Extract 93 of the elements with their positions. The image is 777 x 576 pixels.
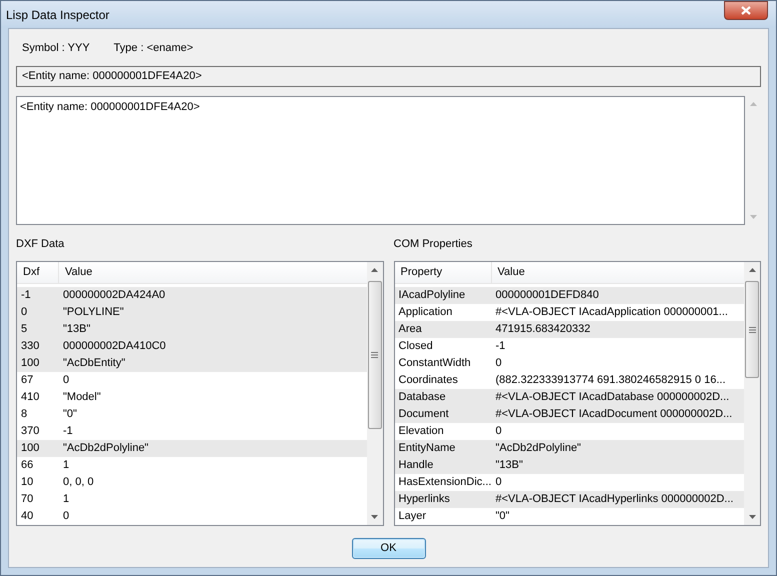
up-arrow-icon[interactable] [371,268,378,272]
table-cell-text: "POLYLINE" [62,305,124,320]
column-header[interactable]: Dxf [17,262,59,283]
table-cell-text: -1 [20,288,32,304]
table-cell-text: 0 [62,509,70,524]
grip-icon [748,326,756,332]
list-row[interactable]: Handle "13B" [394,457,744,474]
table-cell-text: 1 [62,458,70,474]
table-cell-text: "13B" [494,458,523,474]
grip-icon [371,352,378,358]
table-cell-text: 000000001DEFD840 [494,288,599,304]
up-arrow-icon[interactable] [748,268,756,272]
list-row[interactable]: Hyperlinks #<VLA-OBJECT IAcadHyperlinks 000000002D... [394,491,744,508]
table-cell-text: "13B" [62,322,90,338]
scrollbar[interactable] [744,262,760,525]
detail-text-area[interactable]: <Entity name: 000000001DFE4A20> [16,96,745,225]
table-cell-text: 10 [20,475,34,490]
type-label: Type : <ename> [114,40,194,56]
table-cell-text: HasExtensionDic... [398,475,492,490]
table-cell-text: "AcDbEntity" [62,356,126,372]
close-button[interactable] [724,1,768,20]
table-cell-text: #<VLA-OBJECT IAcadDatabase 000000002D... [494,390,730,406]
table-cell-text: 0, 0, 0 [62,475,94,490]
table-cell-text: Hyperlinks [398,492,451,508]
table-cell-text: "0" [62,407,77,422]
table-cell-text: 70 [20,492,34,508]
section-label: DXF Data [16,237,66,252]
table-cell-text: 0 [20,305,28,320]
table-cell-text: "AcDb2dPolyline" [494,441,581,456]
ok-button[interactable]: OK [352,538,426,559]
table-cell-text: 1 [62,492,70,508]
table-cell-text: "AcDb2dPolyline" [62,441,148,456]
table-cell-text: "0" [494,509,510,524]
table-cell-text: 000000002DA424A0 [62,288,166,304]
list-row[interactable]: 0 "POLYLINE" [17,304,366,321]
table-cell-text: 0 [494,475,502,490]
list-row[interactable]: -1 000000002DA424A0 [17,287,366,304]
table-cell-text: Database [398,390,447,406]
list-row[interactable]: EntityName "AcDb2dPolyline" [394,440,744,457]
table-cell-text: Coordinates [398,373,459,388]
table-cell-text: 000000002DA410C0 [62,339,166,354]
table-cell-text: 100 [20,356,40,372]
table-cell-text: 8 [20,407,28,422]
table-cell-text: EntityName [398,441,456,456]
list-row[interactable]: 100 "AcDbEntity" [17,355,366,372]
table-cell-text: -1 [494,339,506,354]
table-cell-text: Closed [398,339,434,354]
scroll-thumb[interactable] [368,281,382,429]
window-title: Lisp Data Inspector [6,6,110,24]
table-cell-text: (882.322333913774 691.380246582915 0 16... [494,373,726,388]
table-cell-text: 5 [20,322,28,338]
down-arrow-icon[interactable] [748,515,756,519]
table-cell-text: 66 [20,458,34,474]
close-icon [741,6,751,15]
table-cell-text: 100 [20,441,40,456]
table-cell-text: Layer [398,509,428,524]
table-cell-text: 0 [494,424,502,440]
table-cell-text: #<VLA-OBJECT IAcadDocument 000000002D... [494,407,732,422]
table-cell-text: Elevation [398,424,445,440]
list-row[interactable]: Document #<VLA-OBJECT IAcadDocument 000000002D... [394,406,744,423]
table-cell-text: 0 [494,356,502,372]
column-header[interactable]: Value [59,262,366,283]
list-row[interactable]: IAcadPolyline 000000001DEFD840 [394,287,744,304]
table-cell-text: -1 [62,424,73,440]
down-arrow-icon[interactable] [371,515,378,519]
table-cell-text: 40 [20,509,34,524]
table-cell-text: #<VLA-OBJECT IAcadHyperlinks 000000002D... [494,492,734,508]
column-header[interactable]: Value [492,262,744,283]
table-cell-text: 471915.683420332 [494,322,590,338]
table-cell-text: IAcadPolyline [398,288,466,304]
table-cell-text: 330 [20,339,40,354]
value-field[interactable]: <Entity name: 000000001DFE4A20> [16,66,761,87]
list-row[interactable]: 5 "13B" [17,321,366,338]
table-cell-text: 410 [20,390,40,406]
symbol-label: Symbol : YYY [22,40,90,56]
scroll-thumb[interactable] [745,281,759,378]
table-cell-text: "Model" [62,390,101,406]
list-row[interactable]: 330 000000002DA410C0 [17,338,366,355]
table-cell-text: 370 [20,424,40,440]
list-row[interactable]: 100 "AcDb2dPolyline" [17,440,366,457]
table-cell-text: Application [398,305,454,320]
table-cell-text: 67 [20,373,34,388]
table-cell-text: 0 [62,373,70,388]
table-cell-text: Handle [398,458,434,474]
list-row[interactable]: Area 471915.683420332 [394,321,744,338]
scrollbar[interactable] [366,262,382,525]
table-cell-text: Document [398,407,450,422]
table-cell-text: ConstantWidth [398,356,472,372]
section-label: COM Properties [394,237,474,252]
column-header[interactable]: Property [394,262,492,283]
table-cell-text: #<VLA-OBJECT IAcadApplication 000000001... [494,305,728,320]
list-row[interactable]: Database #<VLA-OBJECT IAcadDatabase 000000002D... [394,389,744,406]
table-cell-text: Area [398,322,423,338]
